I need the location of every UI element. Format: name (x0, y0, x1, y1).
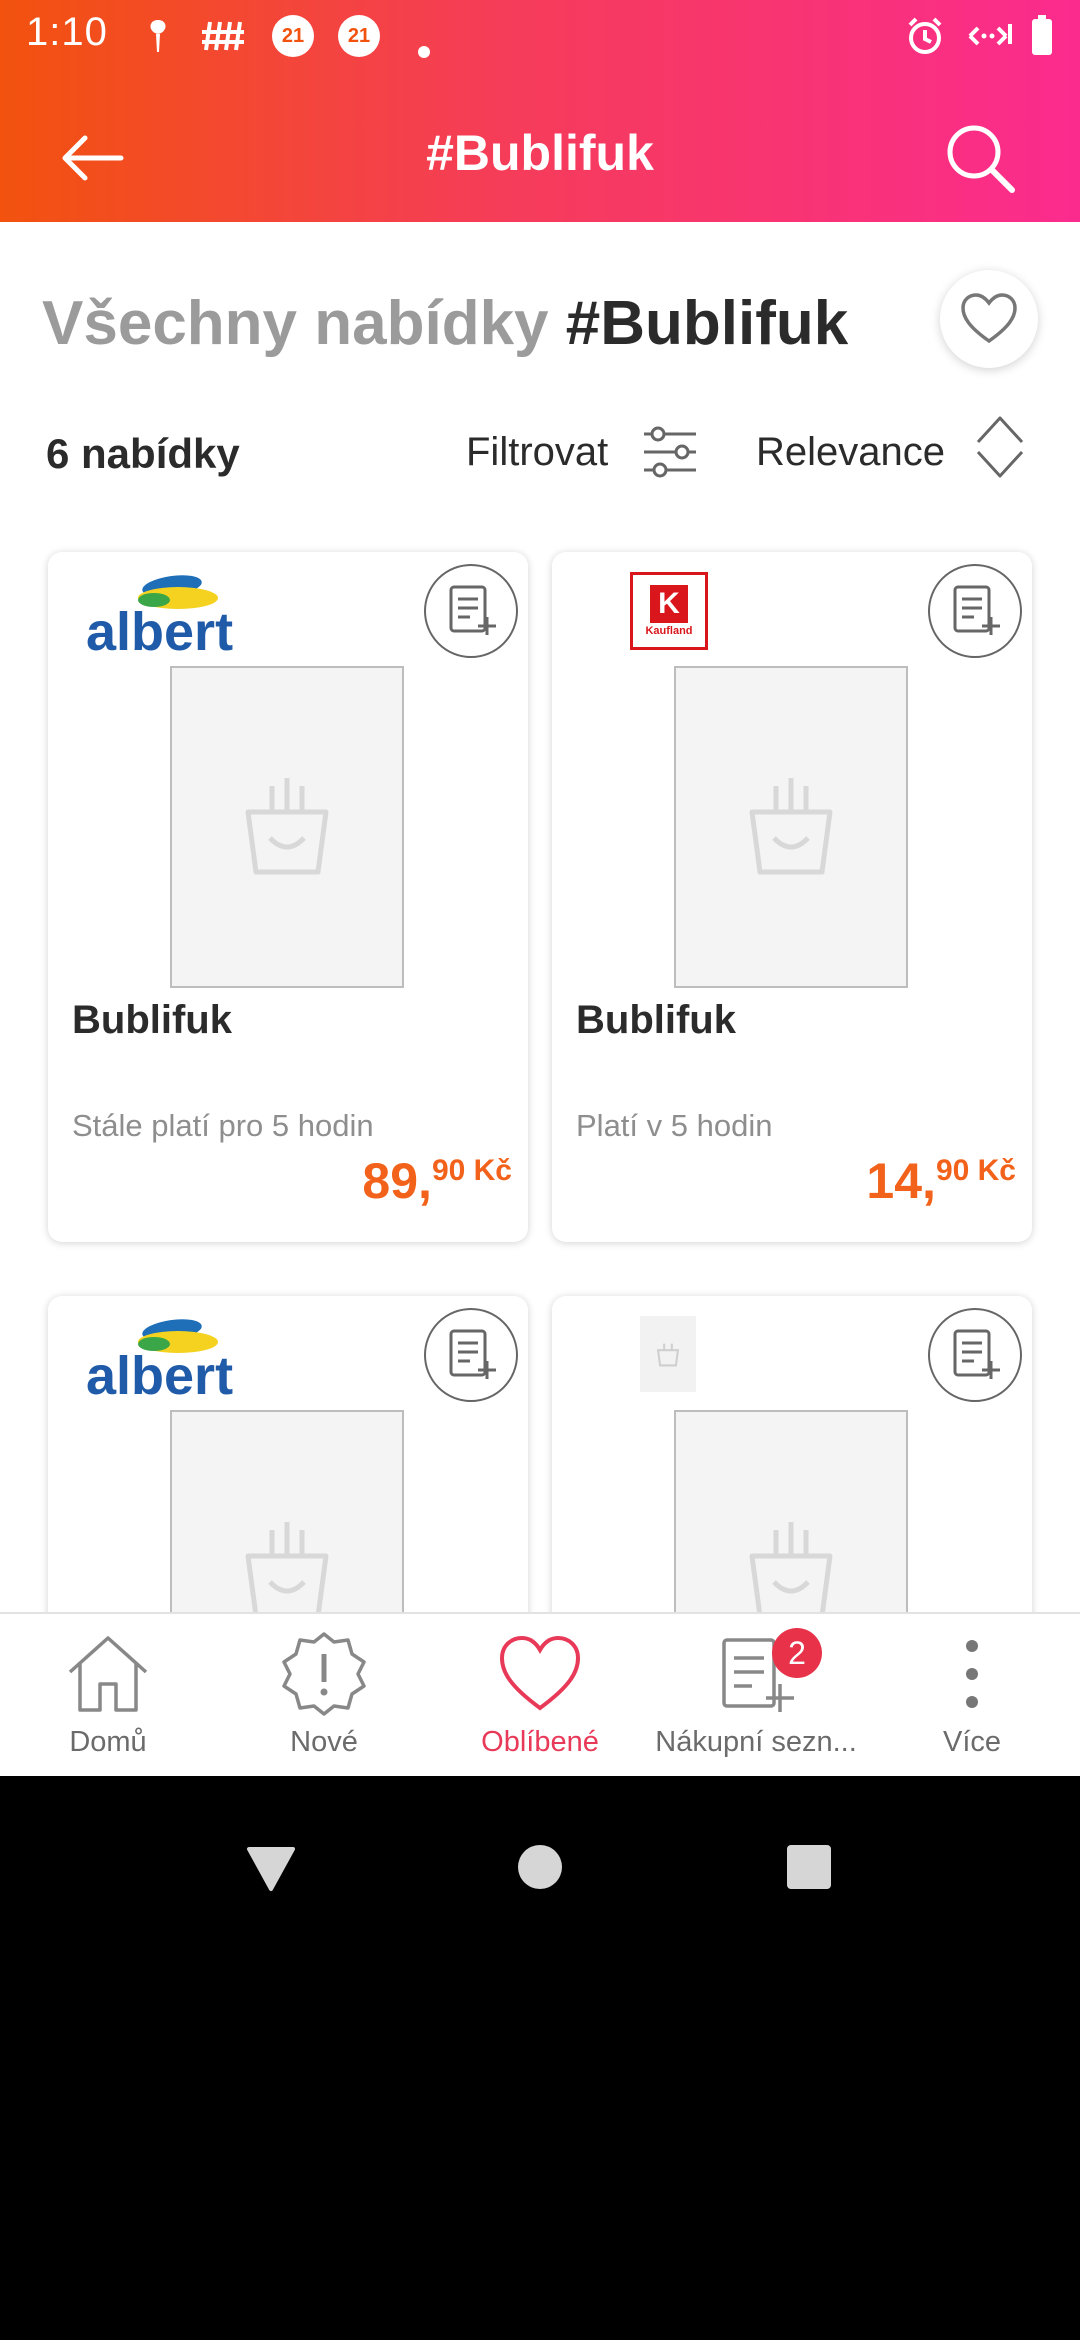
add-to-list-button[interactable] (928, 1308, 1022, 1402)
filter-sliders-icon[interactable] (640, 424, 700, 480)
data-signal-icon (962, 14, 1014, 58)
offer-name: Bublifuk (576, 998, 736, 1042)
new-badge-icon (282, 1632, 366, 1716)
nav-shopping-list-label: Nákupní sezn... (655, 1726, 857, 1758)
price-decimal: 90 Kč (431, 1154, 512, 1187)
heading-prefix: Všechny nabídky (42, 289, 549, 358)
product-image-placeholder (674, 1410, 908, 1612)
heading-tag: #Bublifuk (565, 289, 849, 358)
battery-icon (1030, 14, 1054, 58)
page-title: #Bublifuk (426, 125, 654, 181)
kaufland-k-icon: K (650, 585, 688, 623)
nav-favorites[interactable]: Oblíbené (432, 1614, 648, 1778)
offer-validity: Stále platí pro 5 hodin (72, 1108, 374, 1143)
kaufland-wordmark: Kaufland (645, 625, 693, 637)
shopping-bag-icon (749, 1522, 833, 1612)
system-recents-icon[interactable] (774, 1832, 844, 1902)
add-to-list-button[interactable] (928, 564, 1022, 658)
nav-home-label: Domů (69, 1726, 147, 1758)
offer-price: 89,90 Kč (362, 1152, 512, 1210)
offer-card[interactable]: albert (48, 1296, 528, 1612)
shopping-bag-small-icon (656, 1343, 680, 1367)
alarm-icon (904, 14, 946, 58)
add-to-list-button[interactable] (424, 1308, 518, 1402)
albert-leaf-icon: albert (86, 575, 233, 662)
shopping-list-count-badge: 2 (772, 1628, 822, 1678)
more-vert-icon (966, 1640, 978, 1708)
system-navigation-bar (0, 1776, 1080, 2340)
nav-shopping-list[interactable]: Nákupní sezn... (648, 1614, 864, 1778)
price-main: 89, (362, 1153, 432, 1209)
offers-heading: Všechny nabídky #Bublifuk (42, 288, 848, 359)
heart-outline-icon (961, 293, 1017, 344)
store-logo-placeholder (640, 1316, 696, 1392)
sort-chevrons-icon[interactable] (974, 412, 1026, 482)
albert-logo: albert (84, 1312, 244, 1406)
status-time: 1:10 (26, 10, 108, 54)
status-bar: 1:10 21 21 (0, 0, 1080, 72)
add-to-list-button[interactable] (424, 564, 518, 658)
nav-new[interactable]: Nové (216, 1614, 432, 1778)
product-image-placeholder (674, 666, 908, 988)
nav-new-label: Nové (290, 1726, 358, 1758)
app-bar: #Bublifuk (0, 110, 1080, 200)
nav-more[interactable]: Více (864, 1614, 1080, 1778)
product-image-placeholder (170, 666, 404, 988)
heart-icon (499, 1635, 581, 1711)
shopping-bag-icon (749, 778, 833, 875)
offer-validity: Platí v 5 hodin (576, 1108, 773, 1143)
price-decimal: 90 Kč (935, 1154, 1016, 1187)
system-back-icon[interactable] (236, 1832, 306, 1902)
hashtag-notification-icon (200, 14, 246, 58)
add-to-list-icon (449, 585, 496, 635)
bottom-navigation: Domů Nové Oblíbené Nákupní sezn... 2 Víc… (0, 1612, 1080, 1776)
notification-icon (138, 14, 178, 58)
albert-wordmark: albert (86, 1346, 233, 1404)
top-bar: 1:10 21 21 #Bublifuk (0, 0, 1080, 222)
calendar-badge-icon: 21 (272, 14, 314, 58)
offer-card[interactable]: albert Bublifuk Stále platí pro 5 hodin … (48, 552, 528, 1242)
favorite-button[interactable] (940, 270, 1038, 368)
more-notifications-dot-icon (418, 30, 430, 74)
sort-button[interactable]: Relevance (756, 430, 945, 475)
search-icon[interactable] (940, 118, 1020, 198)
offers-content[interactable]: Všechny nabídky #Bublifuk 6 nabídky Filt… (0, 222, 1080, 1612)
product-image-placeholder (170, 1410, 404, 1612)
nav-favorites-label: Oblíbené (481, 1726, 599, 1758)
offer-name: Bublifuk (72, 998, 232, 1042)
offer-price: 14,90 Kč (866, 1152, 1016, 1210)
system-home-icon[interactable] (505, 1832, 575, 1902)
price-main: 14, (866, 1153, 936, 1209)
albert-leaf-icon: albert (86, 1319, 233, 1406)
shopping-bag-icon (245, 1522, 329, 1612)
albert-logo: albert (84, 568, 244, 662)
offer-card[interactable]: K Kaufland Bublifuk Platí v 5 hodin 14,9… (552, 552, 1032, 1242)
add-to-list-icon (953, 585, 1000, 635)
offers-count: 6 nabídky (46, 430, 240, 477)
filter-button[interactable]: Filtrovat (466, 430, 608, 475)
home-icon (68, 1636, 148, 1712)
kaufland-logo: K Kaufland (630, 572, 708, 664)
add-to-list-icon (953, 1329, 1000, 1379)
nav-more-label: Více (942, 1726, 1002, 1758)
offer-card[interactable] (552, 1296, 1032, 1612)
nav-home[interactable]: Domů (0, 1614, 216, 1778)
albert-wordmark: albert (86, 602, 233, 660)
offers-toolbar: 6 nabídky Filtrovat Relevance (0, 412, 1080, 492)
add-to-list-icon (449, 1329, 496, 1379)
shopping-bag-icon (245, 778, 329, 875)
calendar-badge-icon-2: 21 (338, 14, 380, 58)
